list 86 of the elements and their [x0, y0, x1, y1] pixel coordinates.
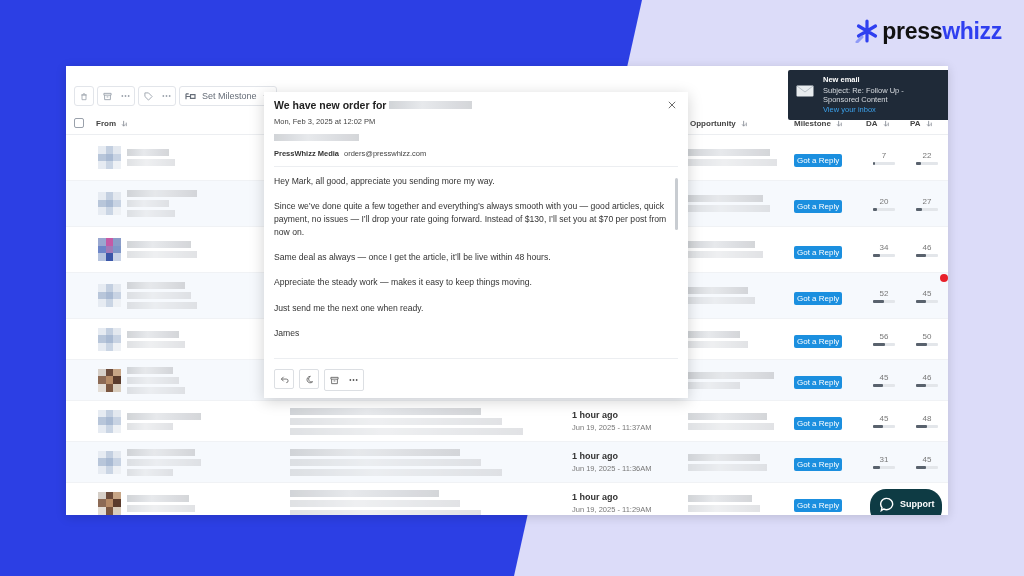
milestone-badge[interactable]: Got a Reply: [794, 499, 843, 512]
snooze-button[interactable]: [299, 369, 319, 389]
pa-value: 45: [922, 288, 932, 298]
blurred-text: [127, 494, 195, 512]
milestone-badge[interactable]: Got a Reply: [794, 335, 843, 348]
support-button[interactable]: Support: [870, 489, 942, 515]
blurred-text: [127, 330, 185, 348]
da-value: 45: [879, 373, 889, 382]
blurred-text: [688, 494, 760, 512]
logo-icon: [855, 19, 880, 43]
milestone-badge[interactable]: Got a Reply: [794, 245, 843, 259]
blurred-avatar: [98, 238, 121, 261]
blurred-avatar: [98, 409, 121, 433]
blurred-avatar: [98, 491, 121, 515]
blurred-text: [688, 287, 755, 304]
da-value: 31: [879, 455, 889, 464]
column-header[interactable]: From: [96, 118, 116, 128]
column-header[interactable]: DA: [866, 118, 878, 128]
relative-time: 1 hour ago: [572, 410, 619, 420]
notification-dot: [940, 274, 948, 282]
da-value: 56: [879, 332, 889, 341]
tag-icon: [143, 91, 153, 101]
milestone-badge[interactable]: Got a Reply: [794, 291, 843, 305]
message-paragraph: Same deal as always — once I get the article, it’ll be live within 48 hours.: [274, 251, 552, 264]
reply-icon: [279, 374, 289, 384]
moon-icon: [304, 374, 314, 384]
tag-button-group[interactable]: [138, 86, 176, 106]
blurred-text: [127, 241, 197, 258]
close-icon[interactable]: [668, 101, 676, 109]
reply-button[interactable]: [274, 369, 294, 389]
pa-value: 48: [922, 414, 932, 423]
scrollbar[interactable]: [675, 178, 678, 230]
envelope-icon: [796, 85, 814, 97]
delete-button[interactable]: [74, 86, 94, 106]
sort-icon[interactable]: [835, 119, 843, 127]
column-header[interactable]: PA: [910, 118, 921, 128]
blurred-avatar: [98, 146, 121, 169]
more-icon: [120, 94, 130, 98]
message-paragraph: Since we’ve done quite a few together and everything’s always smooth with you — good articles, quick payment, no issues — I’ll drop your rate going forward. Instead of $130, I’ll set you at $70 per post from now on.: [274, 200, 668, 239]
blurred-text: [127, 190, 197, 217]
trash-icon: [80, 91, 88, 101]
milestone-badge[interactable]: Got a Reply: [794, 376, 843, 389]
archive-button-group[interactable]: [97, 86, 135, 106]
message-paragraph: Just send me the next one when ready.: [274, 301, 425, 315]
blurred-avatar: [98, 450, 121, 474]
pa-value: 22: [922, 150, 932, 160]
da-value: 34: [879, 242, 889, 252]
milestone-badge[interactable]: Got a Reply: [794, 417, 843, 430]
column-header[interactable]: Milestone: [794, 118, 831, 128]
pa-value: 27: [922, 196, 932, 206]
blurred-text: [688, 330, 748, 348]
email-title: We have new order for: [274, 99, 387, 111]
da-value: 52: [879, 288, 889, 298]
column-header[interactable]: Opportunity: [690, 118, 736, 128]
pa-value: 45: [922, 455, 932, 464]
blurred-avatar: [98, 192, 121, 215]
da-value: 45: [879, 414, 889, 423]
blurred-text: [127, 366, 185, 394]
blurred-text: [127, 149, 175, 166]
more-icon: [161, 94, 171, 98]
milestone-badge[interactable]: Got a Reply: [794, 458, 843, 471]
blurred-text: [127, 282, 197, 309]
select-all-checkbox[interactable]: [74, 118, 84, 128]
pa-value: 46: [922, 373, 932, 382]
archive-icon: [330, 375, 339, 385]
pa-value: 50: [922, 332, 932, 341]
logo-text: presswhizz: [882, 18, 1002, 44]
more-icon: [349, 378, 358, 382]
archive-icon: [102, 91, 112, 101]
sort-icon[interactable]: [882, 119, 890, 127]
blurred-avatar: [98, 368, 121, 392]
relative-time: 1 hour ago: [572, 451, 619, 461]
message-paragraph: James: [274, 327, 301, 340]
message-paragraph: Hey Mark, all good, appreciate you sending more my way.: [274, 175, 496, 188]
blurred-avatar: [98, 327, 121, 351]
milestone-badge[interactable]: Got a Reply: [794, 153, 843, 167]
action-button-group[interactable]: [324, 369, 364, 391]
relative-time: 1 hour ago: [572, 492, 619, 502]
sort-icon[interactable]: [925, 119, 933, 127]
message-paragraph: Appreciate the steady work — makes it easy to keep things moving.: [274, 276, 533, 290]
chat-icon: [879, 497, 894, 512]
blurred-avatar: [98, 284, 121, 307]
pa-value: 46: [922, 242, 932, 252]
da-value: 20: [879, 196, 889, 206]
milestone-badge[interactable]: Got a Reply: [794, 199, 843, 213]
da-value: 7: [881, 150, 887, 160]
